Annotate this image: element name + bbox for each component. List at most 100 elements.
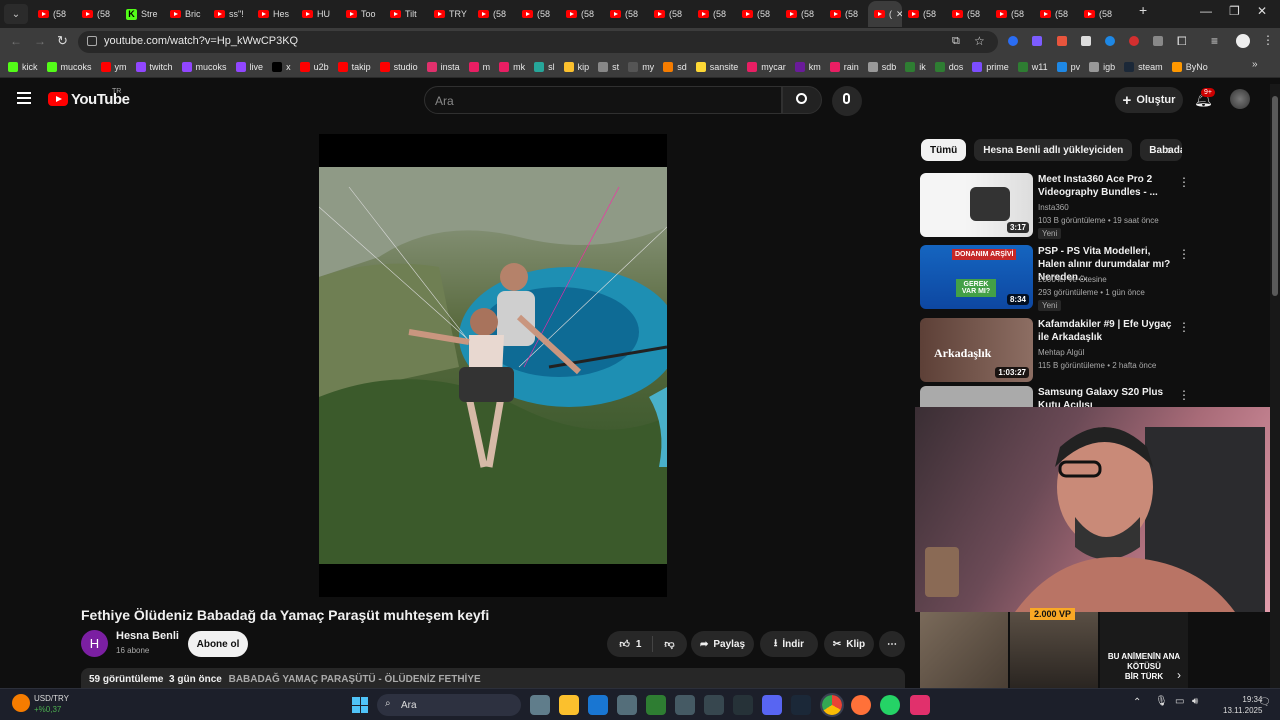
task-view-icon[interactable] — [530, 695, 550, 715]
bookmark-item[interactable]: mucoks — [181, 61, 227, 72]
account-avatar[interactable] — [1230, 89, 1250, 109]
taskbar-search[interactable]: ⌕ Ara — [377, 694, 521, 716]
extension-icon[interactable] — [1081, 36, 1091, 46]
more-actions-button[interactable]: ⋯ — [879, 631, 905, 657]
mic-tray-icon[interactable]: 🎙︎ — [1155, 696, 1168, 707]
bookmark-item[interactable]: mucoks — [46, 61, 92, 72]
url-box[interactable]: youtube.com/watch?v=Hp_kWwCP3KQ ⧉ ☆ — [78, 31, 998, 53]
recommendation-title[interactable]: Kafamdakiler #9 | Efe Uygaç ile Arkadaşl… — [1038, 318, 1178, 344]
maximize-button[interactable]: ❐ — [1229, 4, 1240, 18]
bookmark-item[interactable]: igb — [1089, 61, 1115, 72]
bookmark-item[interactable]: sansite — [695, 61, 738, 72]
browser-tab[interactable]: (58 — [1034, 1, 1078, 27]
browser-tab[interactable]: Bric — [164, 1, 208, 27]
bookmark-star-icon[interactable]: ☆ — [974, 34, 985, 48]
bookmark-item[interactable]: ym — [100, 61, 127, 72]
browser-tab[interactable]: (58 — [32, 1, 76, 27]
bookmark-item[interactable]: studio — [379, 61, 418, 72]
cast-icon[interactable]: ⧉ — [952, 35, 960, 48]
browser-tab[interactable]: (58 — [824, 1, 868, 27]
close-window-button[interactable]: ✕ — [1257, 4, 1267, 18]
minimize-button[interactable]: — — [1200, 4, 1212, 18]
bookmark-item[interactable]: mycar — [747, 61, 786, 72]
channel-name[interactable]: Hesna Benli — [116, 630, 179, 642]
discord-icon[interactable] — [762, 695, 782, 715]
extension-icon[interactable] — [1153, 36, 1163, 46]
like-button[interactable]: 👍︎ 1 — [619, 638, 641, 651]
bookmark-item[interactable]: sl — [534, 61, 555, 72]
share-button[interactable]: ➦ Paylaş — [691, 631, 754, 657]
bookmark-item[interactable]: kick — [8, 61, 38, 72]
bookmark-item[interactable]: dos — [934, 61, 963, 72]
browser-tab[interactable]: (58 — [990, 1, 1034, 27]
hamburger-menu-icon[interactable] — [17, 92, 31, 104]
bookmark-item[interactable]: kip — [563, 61, 589, 72]
extension-icon[interactable] — [1008, 36, 1018, 46]
active-tab[interactable]: (✕ — [868, 1, 902, 27]
back-icon[interactable]: ← — [10, 34, 22, 48]
instagram-icon[interactable] — [910, 695, 930, 715]
bookmark-item[interactable]: rain — [829, 61, 859, 72]
browser-tab[interactable]: TRY — [428, 1, 472, 27]
dislike-button[interactable]: 👎︎ — [664, 638, 674, 650]
browser-tab[interactable]: (58 — [1078, 1, 1122, 27]
recommendation-channel[interactable]: 2000'ler ve Ötesine — [1038, 275, 1107, 284]
bookmark-item[interactable]: st — [598, 61, 619, 72]
bookmark-item[interactable]: km — [794, 61, 821, 72]
notification-center-icon[interactable]: 🗨︎ — [1258, 697, 1271, 708]
recommendation-channel[interactable]: Mehtap Algül — [1038, 348, 1084, 357]
browser-tab[interactable]: HU — [296, 1, 340, 27]
bookmark-item[interactable]: twitch — [135, 61, 173, 72]
browser-tab[interactable]: (58 — [560, 1, 604, 27]
app-icon[interactable] — [733, 695, 753, 715]
more-options-icon[interactable]: ⋮ — [1178, 175, 1190, 189]
app-icon[interactable] — [646, 695, 666, 715]
tray-chevron-icon[interactable]: ⌃ — [1133, 697, 1141, 708]
bookmark-item[interactable]: x — [272, 61, 291, 72]
new-tab-button[interactable]: + — [1139, 2, 1147, 18]
browser-tab[interactable]: (58 — [76, 1, 120, 27]
extension-icon[interactable] — [1129, 36, 1139, 46]
extension-icon[interactable] — [1032, 36, 1042, 46]
video-thumbnail[interactable]: Arkadaşlık 1:03:27 — [920, 318, 1033, 382]
extension-icon[interactable] — [1105, 36, 1115, 46]
page-scrollbar[interactable] — [1270, 84, 1280, 688]
short-thumbnail[interactable]: 2.000 VP — [1010, 608, 1098, 688]
create-button[interactable]: + Oluştur — [1115, 87, 1183, 113]
browser-tab[interactable]: (58 — [692, 1, 736, 27]
steam-icon[interactable] — [791, 695, 811, 715]
extensions-puzzle-icon[interactable]: ⧠ — [1177, 34, 1187, 49]
settings-icon[interactable] — [617, 695, 637, 715]
app-icon[interactable] — [675, 695, 695, 715]
bookmark-item[interactable]: ik — [905, 61, 926, 72]
chip-all[interactable]: Tümü — [921, 139, 967, 161]
video-player[interactable] — [319, 134, 667, 597]
ticker-label[interactable]: USD/TRY — [34, 694, 69, 703]
reload-icon[interactable]: ↻ — [57, 33, 68, 49]
more-options-icon[interactable]: ⋮ — [1178, 247, 1190, 261]
clip-button[interactable]: ✂ Klip — [824, 631, 874, 657]
browser-tab[interactable]: Hes — [252, 1, 296, 27]
volume-icon[interactable]: 🔊︎ — [1192, 696, 1198, 707]
store-icon[interactable] — [588, 695, 608, 715]
search-input[interactable]: Ara — [424, 86, 782, 114]
bookmark-item[interactable]: live — [235, 61, 263, 72]
bookmark-item[interactable]: u2b — [299, 61, 329, 72]
video-thumbnail[interactable] — [920, 386, 1033, 407]
recommendation-title[interactable]: Meet Insta360 Ace Pro 2 Videography Bund… — [1038, 173, 1178, 199]
forward-icon[interactable]: → — [34, 34, 46, 48]
browser-tab[interactable]: K Stre — [120, 1, 164, 27]
browser-tab[interactable]: (58 — [736, 1, 780, 27]
scrollbar-thumb[interactable] — [1272, 96, 1278, 296]
browser-tab[interactable]: ss"! — [208, 1, 252, 27]
short-thumbnail[interactable]: BU ANİMENİN ANA KÖTÜSÜ BİR TÜRK — [1100, 612, 1188, 688]
weather-widget-icon[interactable] — [12, 694, 30, 712]
browser-tab[interactable]: (58 — [516, 1, 560, 27]
more-bookmarks-icon[interactable]: » — [1252, 59, 1258, 70]
browser-tab[interactable]: (58 — [648, 1, 692, 27]
site-info-icon[interactable] — [87, 36, 97, 46]
bookmark-item[interactable]: steam — [1124, 61, 1163, 72]
start-windows-icon[interactable] — [352, 697, 368, 713]
firefox-icon[interactable] — [851, 695, 871, 715]
chip-babadag[interactable]: Babadağ — [1140, 139, 1183, 161]
